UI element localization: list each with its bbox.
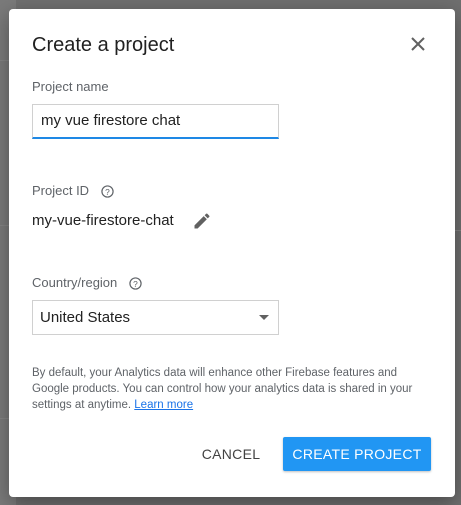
modal-backdrop[interactable]: Create a project Project name Project ID… bbox=[0, 0, 461, 505]
dialog-title: Create a project bbox=[32, 34, 175, 56]
project-name-input[interactable] bbox=[33, 105, 271, 136]
create-project-button[interactable]: CREATE PROJECT bbox=[283, 437, 431, 471]
cancel-button[interactable]: CANCEL bbox=[193, 437, 269, 471]
project-id-label-row: Project ID ? bbox=[32, 183, 114, 198]
project-name-field[interactable] bbox=[32, 104, 279, 139]
analytics-disclaimer: By default, your Analytics data will enh… bbox=[32, 365, 437, 413]
help-circle-icon[interactable]: ? bbox=[101, 185, 114, 198]
country-label: Country/region bbox=[32, 275, 118, 290]
project-id-value: my-vue-firestore-chat bbox=[32, 212, 174, 229]
svg-text:?: ? bbox=[105, 187, 110, 197]
svg-text:?: ? bbox=[133, 279, 138, 289]
project-name-label: Project name bbox=[32, 79, 109, 94]
country-label-row: Country/region ? bbox=[32, 275, 142, 290]
help-circle-icon[interactable]: ? bbox=[129, 277, 142, 290]
chevron-down-icon bbox=[259, 315, 269, 320]
pencil-icon bbox=[194, 213, 210, 229]
country-select[interactable]: United States bbox=[32, 300, 279, 335]
close-button[interactable] bbox=[407, 33, 429, 55]
background-divider bbox=[455, 230, 461, 231]
project-id-label: Project ID bbox=[32, 183, 90, 198]
country-select-value: United States bbox=[40, 309, 131, 326]
edit-project-id-button[interactable] bbox=[192, 211, 212, 231]
close-icon bbox=[411, 37, 425, 51]
disclaimer-text: By default, your Analytics data will enh… bbox=[32, 367, 413, 411]
learn-more-link[interactable]: Learn more bbox=[134, 399, 193, 411]
create-project-dialog: Create a project Project name Project ID… bbox=[9, 9, 455, 497]
